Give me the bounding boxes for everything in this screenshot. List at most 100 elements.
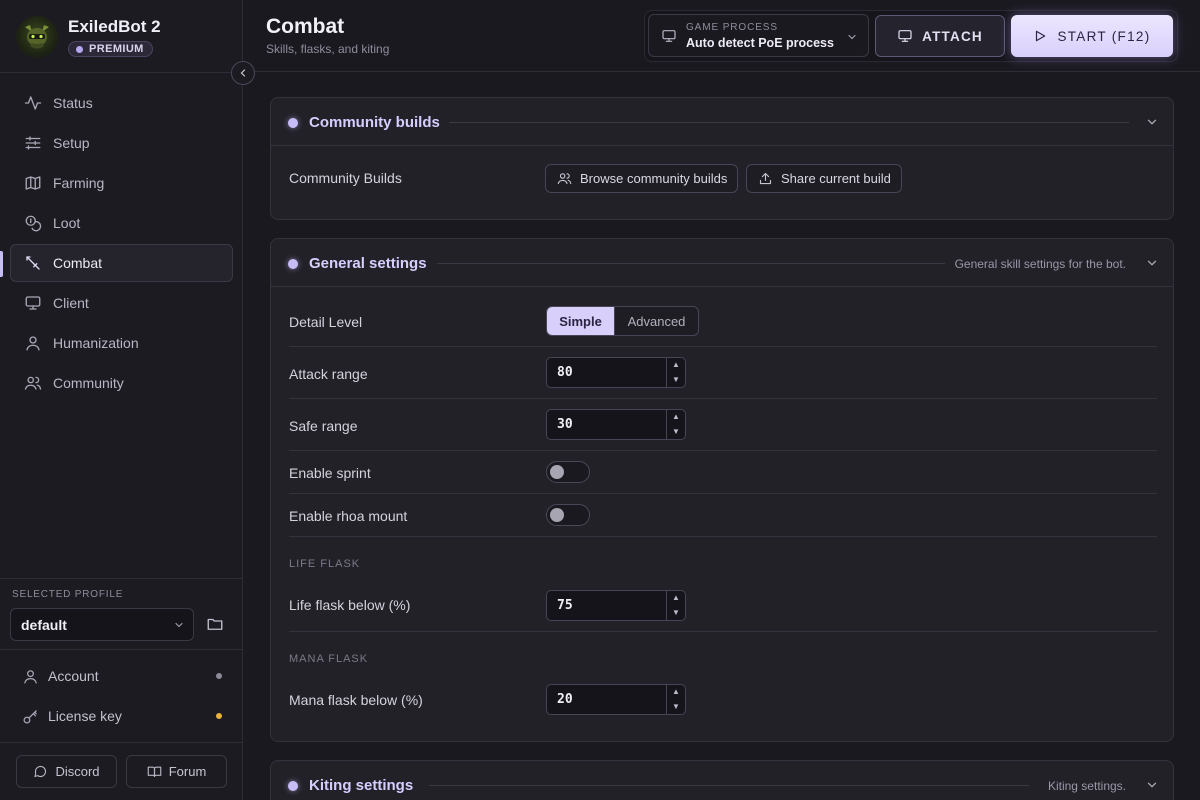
card-title: Community builds: [309, 114, 440, 131]
game-process-select[interactable]: GAME PROCESS Auto detect PoE process: [648, 14, 869, 57]
chevron-down-icon: [1147, 119, 1157, 125]
user-icon: [26, 336, 40, 351]
decrement-icon[interactable]: ▼: [667, 700, 685, 715]
chevron-down-icon: [1147, 782, 1157, 788]
sidebar-divider: [0, 649, 243, 650]
attach-label: ATTACH: [922, 28, 983, 44]
premium-dot-icon: [76, 45, 83, 53]
chevron-down-icon: [848, 34, 856, 40]
license-status-dot: [216, 713, 222, 719]
game-process-label: GAME PROCESS: [686, 22, 778, 33]
life-flask-value: 75: [557, 598, 573, 613]
decrement-icon[interactable]: ▼: [667, 606, 685, 621]
increment-icon[interactable]: ▲: [667, 685, 685, 700]
forum-button[interactable]: Forum: [126, 755, 227, 788]
row-divider: [289, 631, 1157, 632]
increment-icon[interactable]: ▲: [667, 358, 685, 373]
key-icon: [23, 709, 37, 724]
browse-community-builds-button[interactable]: Browse community builds: [545, 164, 739, 193]
start-button[interactable]: START (F12): [1011, 15, 1173, 57]
discord-button[interactable]: Discord: [16, 755, 117, 788]
sidebar-item-label: Loot: [53, 215, 81, 231]
toggle-knob: [550, 508, 564, 522]
app-name: ExiledBot 2: [68, 17, 161, 36]
sidebar-nav: Status Setup Farming Loot Combat Client …: [10, 84, 233, 404]
chevron-left-icon: [240, 69, 246, 77]
increment-icon[interactable]: ▲: [667, 410, 685, 425]
general-settings-header[interactable]: General settings General skill settings …: [271, 239, 1173, 287]
play-icon: [1036, 30, 1046, 42]
mana-flask-input[interactable]: 20 ▲ ▼: [546, 684, 686, 715]
sidebar-item-loot[interactable]: Loot: [10, 204, 233, 242]
page-subtitle: Skills, flasks, and kiting: [266, 42, 390, 56]
folder-icon[interactable]: [206, 615, 224, 633]
decrement-icon[interactable]: ▼: [667, 373, 685, 388]
attack-range-input[interactable]: 80 ▲ ▼: [546, 357, 686, 388]
safe-range-input[interactable]: 30 ▲ ▼: [546, 409, 686, 440]
sidebar-divider: [0, 578, 243, 579]
sidebar-item-client[interactable]: Client: [10, 284, 233, 322]
chevron-down-icon: [1147, 260, 1157, 266]
row-divider: [289, 536, 1157, 537]
community-builds-header[interactable]: Community builds: [271, 98, 1173, 146]
life-flask-input[interactable]: 75 ▲ ▼: [546, 590, 686, 621]
enable-rhoa-toggle[interactable]: [546, 504, 590, 526]
user-icon: [24, 669, 37, 684]
monitor-icon: [898, 30, 912, 42]
discord-label: Discord: [55, 764, 100, 779]
safe-range-stepper[interactable]: ▲ ▼: [666, 410, 685, 439]
detail-advanced-option[interactable]: Advanced: [614, 307, 698, 335]
detail-level-toggle: Simple Advanced: [546, 306, 699, 336]
attack-range-value: 80: [557, 365, 573, 380]
detail-simple-option[interactable]: Simple: [547, 307, 614, 335]
monitor-icon: [662, 30, 676, 42]
safe-range-label: Safe range: [289, 418, 358, 434]
enable-rhoa-label: Enable rhoa mount: [289, 508, 408, 524]
premium-badge: PREMIUM: [68, 41, 153, 57]
sidebar-item-label: Community: [53, 375, 124, 391]
license-key-item[interactable]: License key: [22, 706, 222, 726]
sidebar-item-label: Farming: [53, 175, 105, 191]
sidebar-item-label: Combat: [53, 255, 103, 271]
chevron-down-icon: [175, 622, 183, 628]
enable-sprint-label: Enable sprint: [289, 465, 371, 481]
row-divider: [289, 398, 1157, 399]
mana-flask-stepper[interactable]: ▲ ▼: [666, 685, 685, 714]
share-current-build-button[interactable]: Share current build: [746, 164, 902, 193]
attack-range-stepper[interactable]: ▲ ▼: [666, 358, 685, 387]
page-header: Combat Skills, flasks, and kiting GAME P…: [244, 0, 1200, 72]
sidebar-item-humanization[interactable]: Humanization: [10, 324, 233, 362]
life-flask-stepper[interactable]: ▲ ▼: [666, 591, 685, 620]
card-description: Kiting settings.: [1047, 779, 1126, 793]
forum-label: Forum: [168, 764, 207, 779]
safe-range-value: 30: [557, 417, 573, 432]
sidebar-item-combat[interactable]: Combat: [10, 244, 233, 282]
decrement-icon[interactable]: ▼: [667, 425, 685, 440]
sidebar-item-community[interactable]: Community: [10, 364, 233, 402]
sidebar-divider: [0, 72, 243, 73]
users-icon: [24, 376, 42, 390]
detail-level-label: Detail Level: [289, 314, 363, 330]
attach-button[interactable]: ATTACH: [875, 15, 1005, 57]
sidebar-item-setup[interactable]: Setup: [10, 124, 233, 162]
sidebar-item-farming[interactable]: Farming: [10, 164, 233, 202]
sidebar-item-status[interactable]: Status: [10, 84, 233, 122]
profile-select[interactable]: default: [10, 608, 194, 641]
card-description: General skill settings for the bot.: [954, 257, 1126, 271]
account-item[interactable]: Account: [22, 666, 222, 686]
mana-flask-label: Mana flask below (%): [289, 692, 423, 708]
attack-range-label: Attack range: [289, 366, 368, 382]
kiting-settings-header[interactable]: Kiting settings Kiting settings.: [271, 761, 1173, 800]
life-flask-label: Life flask below (%): [289, 597, 411, 613]
general-settings-card: General settings General skill settings …: [270, 238, 1174, 742]
life-flask-section-label: LIFE FLASK: [289, 558, 361, 570]
header-rule: [429, 785, 1029, 786]
enable-sprint-toggle[interactable]: [546, 461, 590, 483]
collapse-sidebar-button[interactable]: [231, 61, 255, 85]
sidebar: ExiledBot 2 PREMIUM Status Setup Farming…: [0, 0, 243, 800]
increment-icon[interactable]: ▲: [667, 591, 685, 606]
bot-logo-icon: [16, 16, 58, 58]
account-label: Account: [48, 668, 99, 684]
game-process-value: Auto detect PoE process: [686, 36, 834, 50]
community-builds-card: Community builds Community Builds Browse…: [270, 97, 1174, 220]
